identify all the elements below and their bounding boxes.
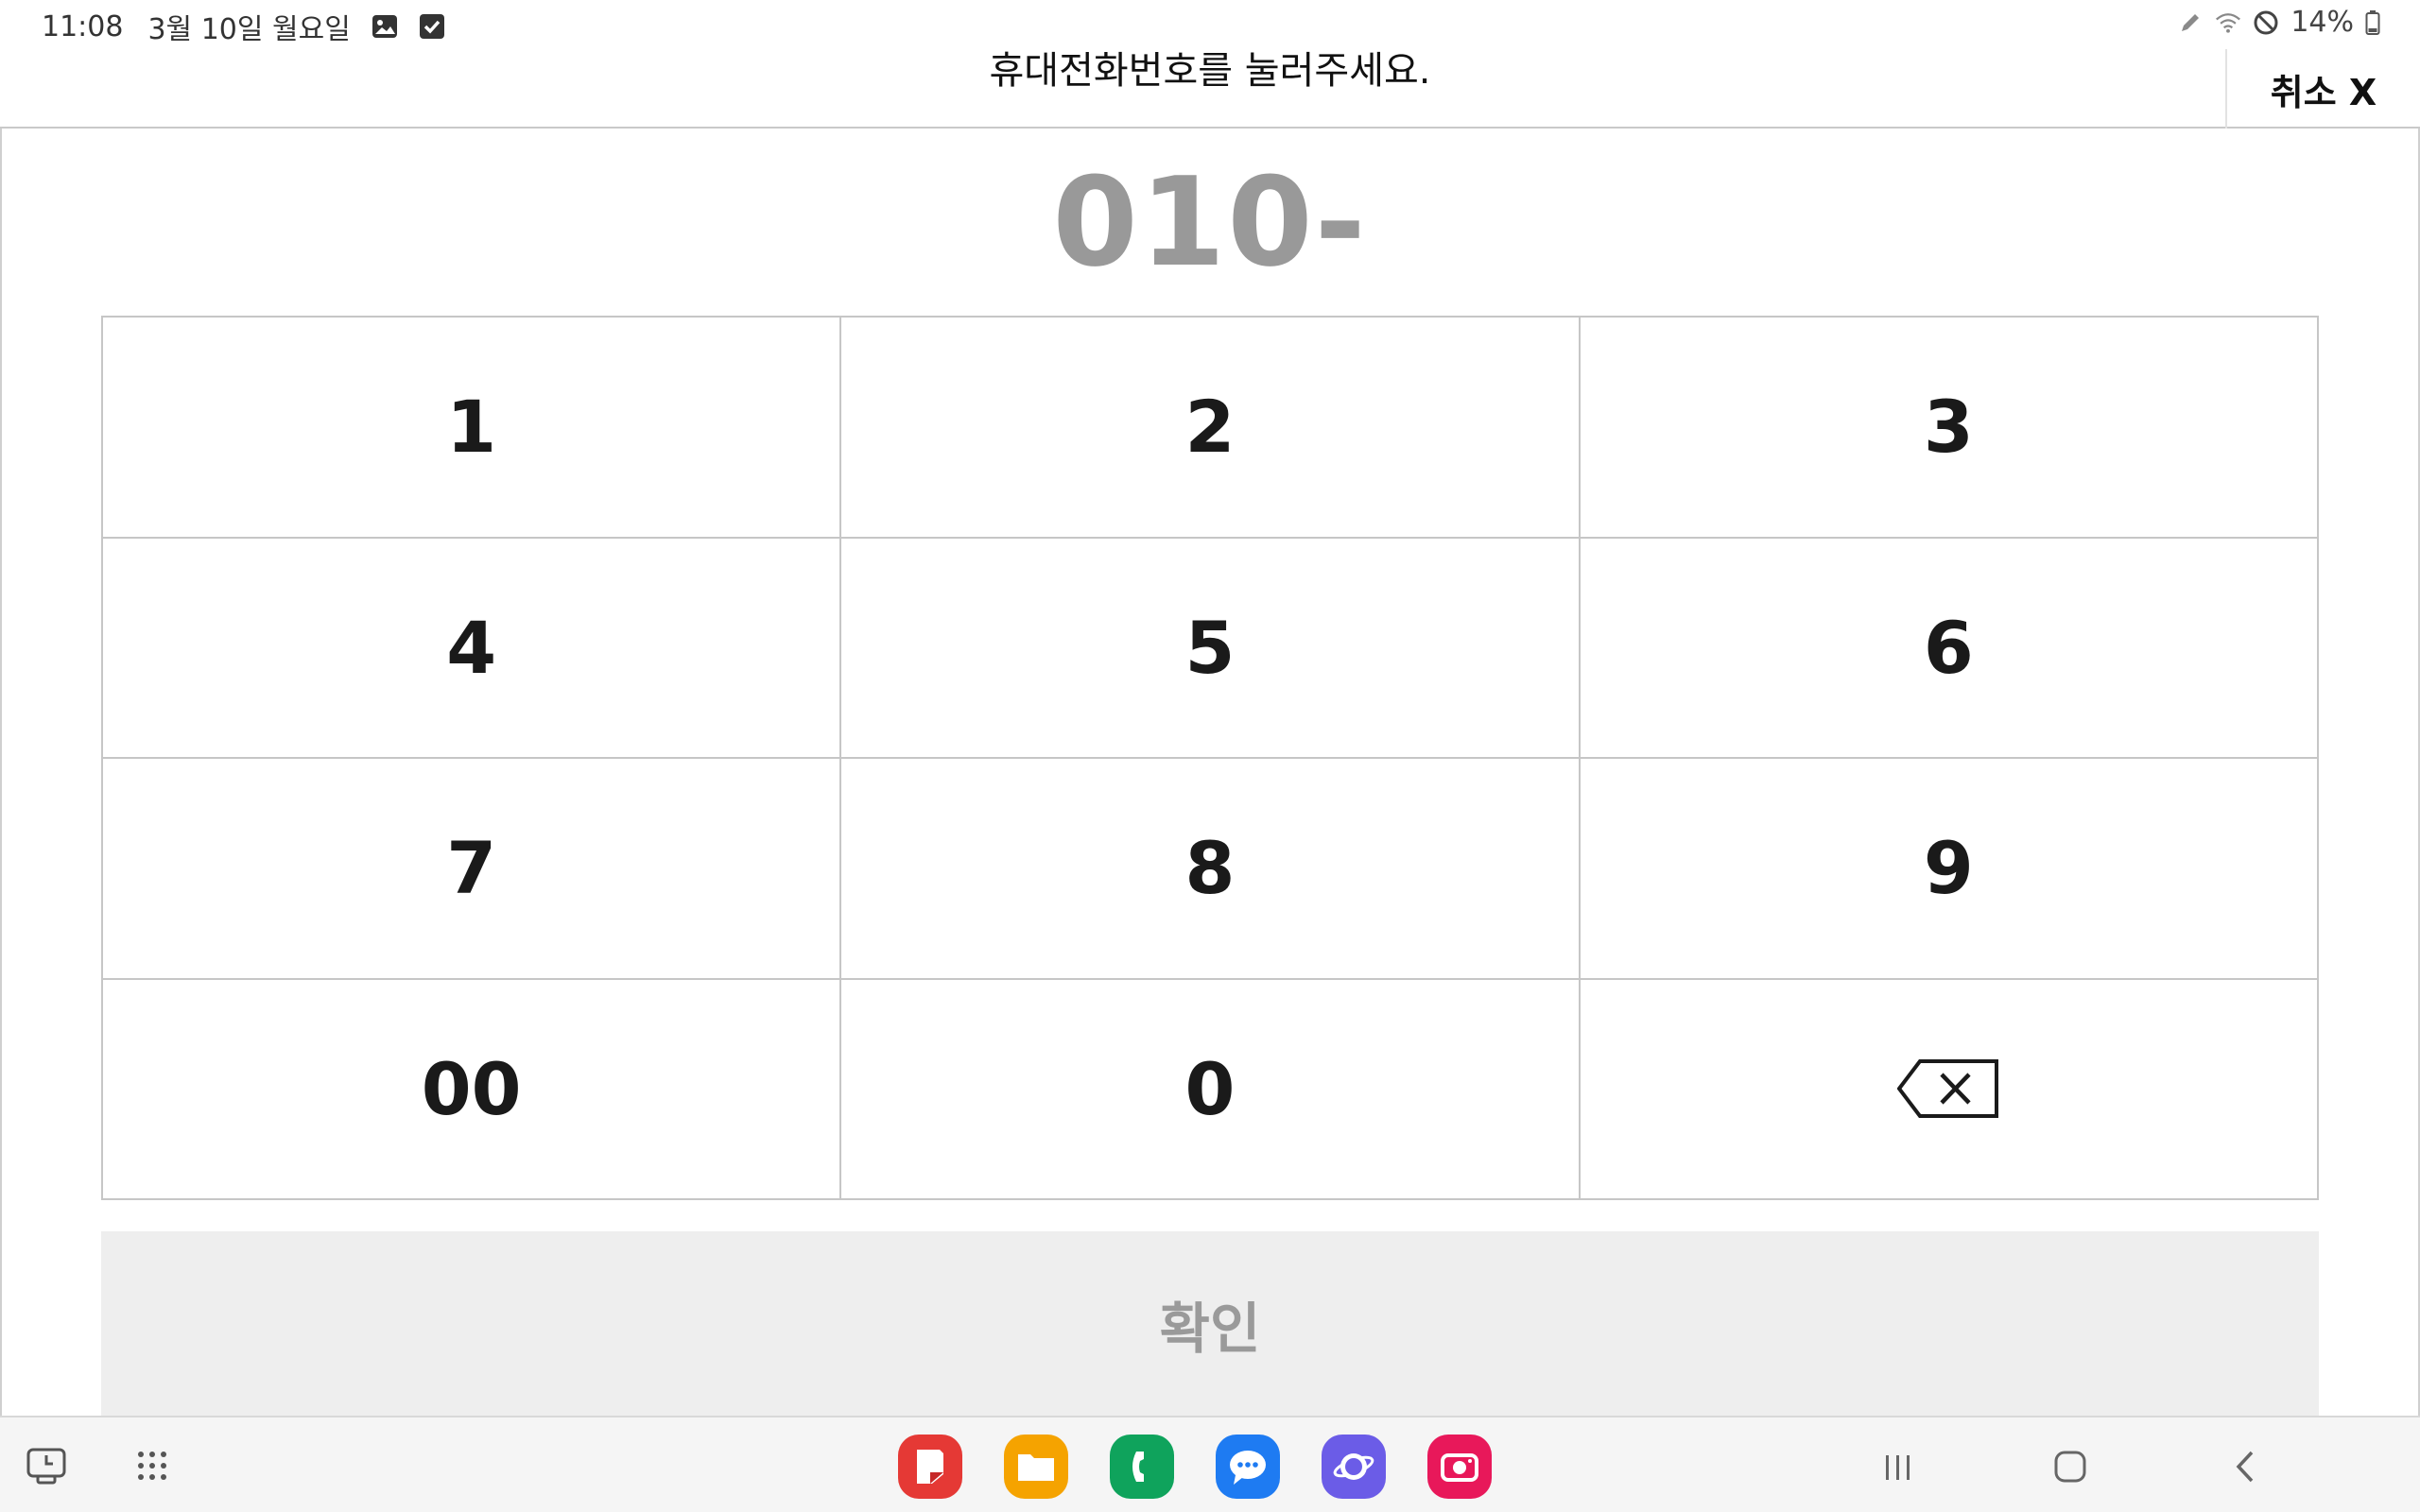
do-not-disturb-icon xyxy=(2253,9,2279,36)
app-dock xyxy=(898,1435,1492,1499)
cancel-label: 취소 X xyxy=(2270,71,2377,113)
phone-icon[interactable] xyxy=(1110,1435,1174,1499)
back-icon[interactable] xyxy=(2220,1440,2273,1493)
confirm-button[interactable]: 확인 xyxy=(101,1231,2319,1416)
key-7[interactable]: 7 xyxy=(103,759,842,980)
key-9[interactable]: 9 xyxy=(1580,759,2319,980)
status-right: 14% xyxy=(2177,6,2380,39)
page-title: 휴대전화번호를 눌러주세요. xyxy=(989,49,1431,93)
key-0[interactable]: 0 xyxy=(841,979,1581,1200)
backspace-icon xyxy=(1897,1059,1999,1119)
status-time: 11:08 xyxy=(42,9,124,43)
internet-icon[interactable] xyxy=(1322,1435,1386,1499)
taskbar xyxy=(0,1416,2420,1512)
cancel-button[interactable]: 취소 X xyxy=(2225,49,2420,129)
home-icon[interactable] xyxy=(2044,1440,2097,1493)
key-1[interactable]: 1 xyxy=(103,318,842,539)
gallery-icon xyxy=(372,13,398,40)
my-files-icon[interactable] xyxy=(1004,1435,1068,1499)
pen-icon xyxy=(2177,9,2204,36)
key-00[interactable]: 00 xyxy=(103,979,842,1200)
recents-icon[interactable] xyxy=(1872,1440,1925,1493)
wifi-icon xyxy=(2215,9,2241,36)
header: 11:08 3월 10일 월요일 14% 휴대전화번호를 눌러주세요. 취소 X xyxy=(0,0,2420,129)
phone-number-display: 010- xyxy=(1052,150,1368,294)
checkbox-icon xyxy=(419,13,445,40)
app-drawer-icon[interactable] xyxy=(130,1444,174,1487)
key-5[interactable]: 5 xyxy=(841,538,1581,759)
battery-percent: 14% xyxy=(2290,6,2354,39)
key-2[interactable]: 2 xyxy=(841,318,1581,539)
key-3[interactable]: 3 xyxy=(1580,318,2319,539)
battery-icon xyxy=(2365,9,2380,36)
key-6[interactable]: 6 xyxy=(1580,538,2319,759)
confirm-label: 확인 xyxy=(1159,1296,1261,1361)
camera-icon[interactable] xyxy=(1427,1435,1492,1499)
key-8[interactable]: 8 xyxy=(841,759,1581,980)
keypad: 1 2 3 4 5 6 7 8 9 00 0 xyxy=(101,316,2319,1200)
recent-apps-edge-icon[interactable] xyxy=(25,1444,68,1487)
key-4[interactable]: 4 xyxy=(103,538,842,759)
samsung-notes-icon[interactable] xyxy=(898,1435,962,1499)
backspace-key[interactable] xyxy=(1580,979,2319,1200)
messages-icon[interactable] xyxy=(1216,1435,1280,1499)
